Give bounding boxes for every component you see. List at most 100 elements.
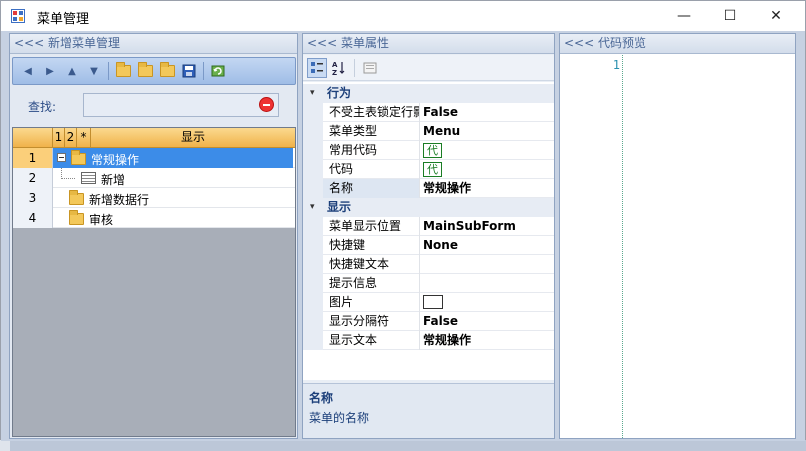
property-toolbar: AZ	[303, 55, 554, 81]
description-title: 名称	[309, 391, 334, 405]
tree-row[interactable]: 3 新增数据行	[13, 188, 295, 208]
category-display[interactable]: ▾ 显示	[303, 198, 554, 217]
property-row[interactable]: 显示文本 常规操作	[303, 331, 554, 350]
menu-manager-window: 菜单管理 — ☐ ✕ <<< 新增菜单管理 ◀ ▶ ▲ ▼ 查找: 1 2 * …	[0, 0, 806, 441]
property-value[interactable]: Menu	[423, 122, 554, 141]
grid-header-all[interactable]: *	[77, 128, 91, 147]
property-value[interactable]	[423, 255, 554, 274]
collapse-icon[interactable]: ▾	[310, 84, 315, 103]
property-gutter	[303, 331, 323, 350]
property-name: 不受主表锁定行影响	[323, 103, 420, 122]
delete-folder-button[interactable]	[156, 60, 178, 82]
search-label: 查找:	[28, 100, 57, 114]
move-first-button[interactable]: ◀	[17, 60, 39, 82]
tree-cell[interactable]: 常规操作	[53, 148, 293, 168]
panel-header-left[interactable]: <<< 新增菜单管理	[10, 34, 297, 54]
grid-header-level2[interactable]: 2	[65, 128, 77, 147]
property-row[interactable]: 显示分隔符 False	[303, 312, 554, 331]
property-row[interactable]: 快捷键 None	[303, 236, 554, 255]
tree-row[interactable]: 2 新增	[13, 168, 295, 188]
row-number: 1	[13, 148, 53, 168]
search-input[interactable]	[83, 93, 279, 117]
tree-toolbar: ◀ ▶ ▲ ▼	[12, 57, 296, 85]
refresh-button[interactable]	[207, 60, 229, 82]
tree-row[interactable]: 1 常规操作	[13, 148, 295, 168]
grid-header-display[interactable]: 显示	[91, 128, 295, 147]
property-row[interactable]: 提示信息	[303, 274, 554, 293]
property-name: 名称	[323, 179, 420, 198]
folder-icon	[69, 210, 84, 225]
triangle-right-icon: ▶	[46, 65, 54, 77]
menu-tree-panel: <<< 新增菜单管理 ◀ ▶ ▲ ▼ 查找: 1 2 * 显示 1 常规操作 2…	[9, 33, 298, 439]
code-editor-badge[interactable]: 代	[423, 162, 442, 177]
property-value[interactable]	[423, 274, 554, 293]
tree-cell[interactable]: 新增	[53, 168, 293, 188]
tree-connector	[61, 178, 75, 179]
save-button[interactable]	[178, 60, 200, 82]
grid-header-level1[interactable]: 1	[53, 128, 65, 147]
property-value[interactable]: 常规操作	[423, 179, 554, 198]
move-up-button[interactable]: ▲	[61, 60, 83, 82]
property-value[interactable]: False	[423, 312, 554, 331]
minimize-button[interactable]: —	[661, 1, 707, 31]
tree-cell[interactable]: 新增数据行	[53, 188, 293, 208]
triangle-down-icon: ▼	[90, 65, 98, 77]
close-button[interactable]: ✕	[753, 1, 799, 31]
window-title: 菜单管理	[37, 12, 90, 27]
svg-text:Z: Z	[332, 69, 337, 76]
maximize-button[interactable]: ☐	[707, 1, 753, 31]
property-value[interactable]: 代	[423, 141, 554, 160]
property-value[interactable]: MainSubForm	[423, 217, 554, 236]
property-value[interactable]: False	[423, 103, 554, 122]
collapse-icon[interactable]	[57, 153, 66, 162]
panel-header-middle[interactable]: <<< 菜单属性	[303, 34, 554, 54]
property-row[interactable]: 不受主表锁定行影响 False	[303, 103, 554, 122]
property-value[interactable]: None	[423, 236, 554, 255]
minimize-icon: —	[677, 8, 691, 24]
toolbar-separator	[354, 58, 355, 77]
tree-row[interactable]: 4 审核	[13, 208, 295, 228]
property-value[interactable]: 常规操作	[423, 331, 554, 350]
property-row[interactable]: 菜单显示位置 MainSubForm	[303, 217, 554, 236]
folder-add-icon	[115, 62, 131, 77]
collapse-icon[interactable]: ▾	[310, 198, 315, 217]
title-bar: 菜单管理 — ☐ ✕	[1, 1, 805, 31]
category-behavior[interactable]: ▾ 行为	[303, 84, 554, 103]
property-name: 快捷键文本	[323, 255, 420, 274]
property-row[interactable]: 代码 代	[303, 160, 554, 179]
property-row[interactable]: 常用代码 代	[303, 141, 554, 160]
property-name: 菜单类型	[323, 122, 420, 141]
tree-cell[interactable]: 审核	[53, 208, 293, 228]
property-row[interactable]: 图片	[303, 293, 554, 312]
alphabetical-button[interactable]: AZ	[329, 58, 349, 78]
property-gutter	[303, 255, 323, 274]
property-name: 显示分隔符	[323, 312, 420, 331]
open-folder-icon	[71, 150, 86, 165]
property-pages-button[interactable]	[360, 58, 380, 78]
property-row[interactable]: 名称 常规操作	[303, 179, 554, 198]
categorized-button[interactable]	[307, 57, 327, 78]
property-gutter	[303, 103, 323, 122]
grid-header-corner	[13, 128, 53, 147]
property-gutter	[303, 179, 323, 198]
property-gutter	[303, 274, 323, 293]
panel-header-right[interactable]: <<< 代码预览	[560, 34, 795, 54]
property-value[interactable]	[423, 293, 554, 312]
image-preview-box[interactable]	[423, 295, 443, 309]
property-row[interactable]: 快捷键文本	[303, 255, 554, 274]
move-down-button[interactable]: ▼	[83, 60, 105, 82]
code-editor[interactable]: 1	[560, 55, 795, 438]
editor-gutter-line	[622, 55, 623, 438]
clear-search-icon[interactable]	[259, 97, 274, 112]
menu-item-icon	[81, 172, 96, 184]
property-value[interactable]: 代	[423, 160, 554, 179]
property-gutter	[303, 160, 323, 179]
add-folder-button[interactable]	[112, 60, 134, 82]
move-prev-button[interactable]: ▶	[39, 60, 61, 82]
property-row[interactable]: 菜单类型 Menu	[303, 122, 554, 141]
code-editor-badge[interactable]: 代	[423, 143, 442, 158]
folder-delete-icon	[159, 62, 175, 77]
property-description: 名称 菜单的名称	[303, 383, 554, 438]
copy-folder-button[interactable]	[134, 60, 156, 82]
maximize-icon: ☐	[723, 8, 737, 24]
